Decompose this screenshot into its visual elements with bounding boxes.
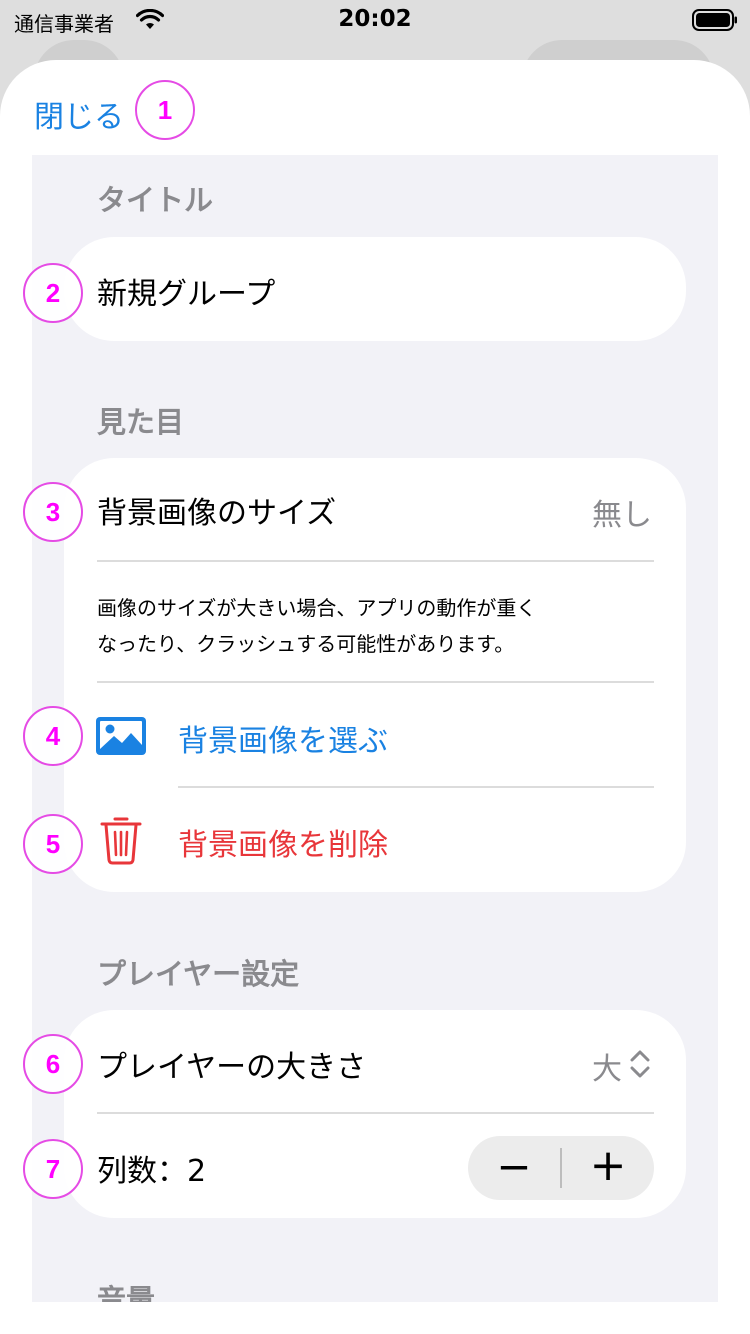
decrement-button[interactable]: − [468,1142,560,1191]
size-warning-note: 画像のサイズが大きい場合、アプリの動作が重く なったり、クラッシュする可能性があ… [97,590,617,662]
chevron-up-down-icon[interactable] [629,1048,651,1080]
column-count-label: 列数：2 [97,1154,207,1189]
annotation-marker: 7 [23,1139,83,1199]
bg-size-label[interactable]: 背景画像のサイズ [97,488,336,532]
settings-form: タイトル 新規グループ 見た目 背景画像のサイズ 無し 画像のサイズが大きい場合… [32,155,718,1302]
column-count-stepper: − + [468,1136,654,1200]
annotation-marker: 2 [23,263,83,323]
clock: 20:02 [338,6,412,32]
section-header-volume: 音量 [97,1283,156,1302]
player-settings-group: プレイヤーの大きさ 大 列数：2 − + [64,1010,686,1218]
delete-background-button[interactable]: 背景画像を削除 [178,820,388,864]
bg-size-value[interactable]: 無し [592,490,652,534]
increment-button[interactable]: + [562,1140,654,1191]
separator [97,560,654,562]
player-size-value[interactable]: 大 [592,1044,622,1088]
note-line: なったり、クラッシュする可能性があります。 [97,632,515,656]
note-line: 画像のサイズが大きい場合、アプリの動作が重く [97,596,537,620]
group-title-input[interactable]: 新規グループ [97,269,275,313]
annotation-marker: 4 [23,706,83,766]
battery-icon [692,9,737,31]
choose-background-button[interactable]: 背景画像を選ぶ [178,716,388,760]
photo-icon [96,717,146,755]
annotation-marker: 6 [23,1034,83,1094]
appearance-group: 背景画像のサイズ 無し 画像のサイズが大きい場合、アプリの動作が重く なったり、… [64,458,686,892]
separator [178,786,654,788]
close-button[interactable]: 閉じる [34,92,124,136]
trash-icon [100,817,142,865]
separator [97,681,654,683]
annotation-marker: 5 [23,814,83,874]
separator [97,1112,654,1114]
title-field-group: 新規グループ [64,237,686,341]
section-header-title: タイトル [97,183,214,217]
section-header-player: プレイヤー設定 [97,957,300,991]
player-size-label[interactable]: プレイヤーの大きさ [97,1042,366,1086]
status-bar: 通信事業者 20:02 [0,0,750,40]
annotation-marker: 3 [23,482,83,542]
annotation-marker: 1 [135,80,195,140]
section-header-appearance: 見た目 [97,405,185,439]
